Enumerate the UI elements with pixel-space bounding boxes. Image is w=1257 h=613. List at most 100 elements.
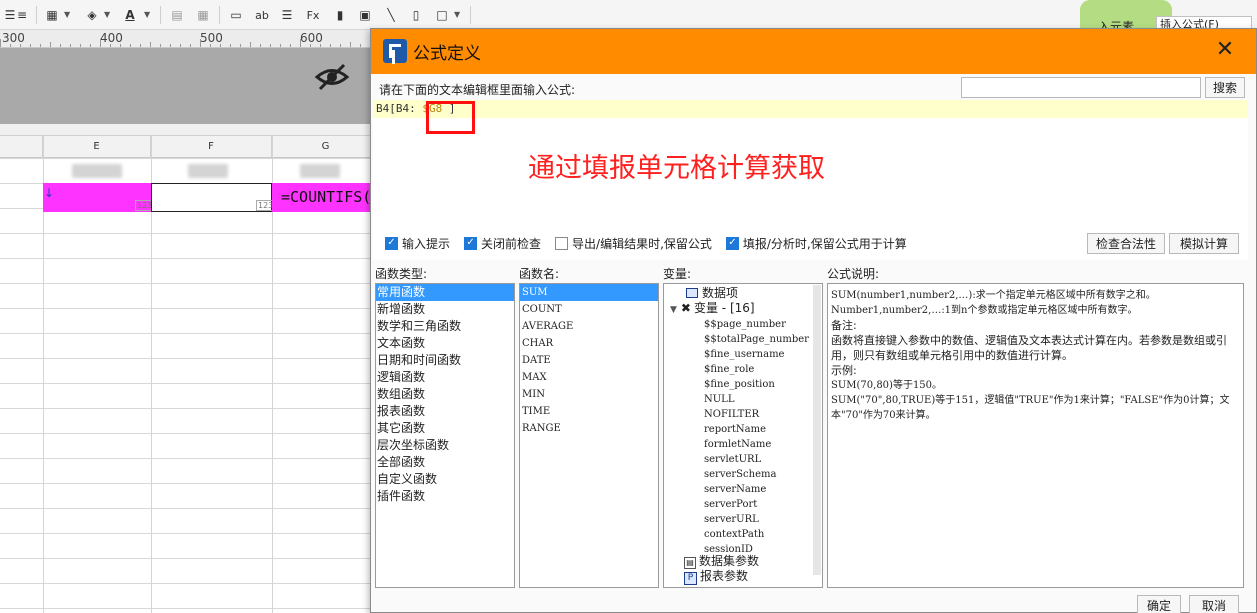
list-item[interactable]: MIN — [520, 386, 658, 403]
list-item[interactable]: 自定义函数 — [376, 471, 514, 488]
validate-button[interactable]: 检查合法性 — [1087, 233, 1165, 254]
ruler-tick — [100, 39, 101, 47]
formula-line[interactable]: B4[B4: $G8 ] — [373, 100, 1248, 118]
search-button[interactable]: 搜索 — [1205, 77, 1245, 98]
cancel-button[interactable]: 取消 — [1189, 595, 1239, 613]
list-item[interactable]: 新增函数 — [376, 301, 514, 318]
tree-variable-item[interactable]: contextPath — [704, 527, 764, 542]
variable-icon: ✖ — [680, 301, 691, 315]
option-keep-formula-fill[interactable]: ✓ 填报/分析时,保留公式用于计算 — [725, 235, 907, 252]
paragraph-icon[interactable]: ☰ — [277, 5, 297, 25]
list-item[interactable]: MAX — [520, 369, 658, 386]
list-item[interactable]: TIME — [520, 403, 658, 420]
slash-icon[interactable]: ╲ — [381, 5, 401, 25]
ruler-tick — [160, 44, 161, 47]
ok-button[interactable]: 确定 — [1137, 595, 1181, 613]
frame-icon[interactable]: □ — [432, 5, 452, 25]
column-header-f[interactable]: F — [151, 136, 272, 158]
list-item[interactable]: 日期和时间函数 — [376, 352, 514, 369]
tree-variable-item[interactable]: NOFILTER — [704, 407, 759, 422]
checkbox-checked[interactable]: ✓ — [725, 236, 739, 250]
close-icon[interactable]: ✕ — [1214, 39, 1236, 62]
fill-color-icon[interactable]: ◈ — [82, 5, 102, 25]
tree-scrollbar[interactable] — [813, 285, 821, 575]
list-item[interactable]: 层次坐标函数 — [376, 437, 514, 454]
list-item[interactable]: CHAR — [520, 335, 658, 352]
split-cells-icon[interactable]: ▦ — [193, 5, 213, 25]
column-header-blank[interactable] — [0, 136, 43, 158]
option-keep-formula-export[interactable]: 导出/编辑结果时,保留公式 — [555, 235, 712, 252]
checkbox-checked[interactable]: ✓ — [385, 236, 398, 250]
formula-dialog: 公式定义 ✕ 请在下面的文本编辑框里面输入公式: 搜索 B4[B4: $G8 ]… — [370, 28, 1257, 613]
sheet-grid[interactable] — [0, 158, 380, 613]
column-header-g[interactable]: G — [272, 136, 380, 158]
image-icon[interactable]: ▣ — [355, 5, 375, 25]
chevron-down-icon[interactable]: ▼ — [104, 10, 110, 19]
text-box-icon[interactable]: ▭ — [226, 5, 246, 25]
list-item[interactable]: AVERAGE — [520, 318, 658, 335]
tree-variable-item[interactable]: serverName — [704, 482, 766, 497]
tree-variable-item[interactable]: formletName — [704, 437, 771, 452]
list-item[interactable]: DATE — [520, 352, 658, 369]
list-item[interactable]: SUM — [520, 284, 658, 301]
tree-variable-item[interactable]: $fine_position — [704, 377, 775, 392]
align-justify-icon[interactable]: ≡ — [12, 5, 32, 25]
option-input-hint[interactable]: ✓ 输入提示 — [385, 235, 450, 252]
tree-variable-item[interactable]: serverURL — [704, 512, 759, 527]
list-item[interactable]: 全部函数 — [376, 454, 514, 471]
blurred-cell — [300, 164, 340, 178]
ruler-tick — [20, 44, 21, 47]
hidden-eye-icon[interactable] — [314, 62, 350, 92]
list-item[interactable]: 数学和三角函数 — [376, 318, 514, 335]
ruler-mark: 300 — [2, 31, 25, 45]
option-check-on-close[interactable]: ✓ 关闭前检查 — [464, 235, 541, 252]
column-header-e[interactable]: E — [43, 136, 151, 158]
ruler-tick — [320, 44, 321, 47]
list-item[interactable]: RANGE — [520, 420, 658, 437]
ruler-tick — [250, 42, 251, 47]
tree-node-dataset-params[interactable]: ▤ 数据集参数 — [684, 554, 759, 569]
tree-variable-item[interactable]: reportName — [704, 422, 766, 437]
ruler-tick — [10, 44, 11, 47]
list-item[interactable]: 插件函数 — [376, 488, 514, 505]
border-icon[interactable]: ▦ — [42, 5, 62, 25]
list-item[interactable]: 常用函数 — [376, 284, 514, 301]
function-name-list[interactable]: SUM COUNT AVERAGE CHAR DATE MAX MIN TIME… — [519, 283, 659, 588]
checkbox-unchecked[interactable] — [555, 236, 569, 250]
chevron-down-icon[interactable]: ▼ — [64, 10, 70, 19]
tree-variable-item[interactable]: serverSchema — [704, 467, 776, 482]
tree-variable-item[interactable]: $fine_username — [704, 347, 784, 362]
function-type-list[interactable]: 常用函数 新增函数 数学和三角函数 文本函数 日期和时间函数 逻辑函数 数组函数… — [375, 283, 515, 588]
variable-tree[interactable]: 数据项 ▼ ✖ 变量 - [16] $$page_number $$totalPage… — [663, 283, 823, 588]
toolbar-divider — [160, 6, 161, 24]
checkbox-checked[interactable]: ✓ — [464, 236, 478, 250]
sub-report-icon[interactable]: ▯ — [406, 5, 426, 25]
tree-variable-item[interactable]: NULL — [704, 392, 734, 407]
simulate-button[interactable]: 模拟计算 — [1169, 233, 1239, 254]
function-search-input[interactable] — [961, 77, 1201, 98]
merge-cells-icon[interactable]: ▤ — [167, 5, 187, 25]
font-color-icon[interactable]: A — [120, 5, 140, 25]
cell-f-selected[interactable] — [151, 183, 272, 212]
tree-variable-item[interactable]: servletURL — [704, 452, 761, 467]
list-item[interactable]: 报表函数 — [376, 403, 514, 420]
tree-node-report-params[interactable]: P 报表参数 — [684, 569, 748, 585]
list-item[interactable]: 逻辑函数 — [376, 369, 514, 386]
formula-icon[interactable]: Fx — [303, 5, 323, 25]
chevron-down-icon[interactable]: ▼ — [144, 10, 150, 19]
list-item[interactable]: 其它函数 — [376, 420, 514, 437]
list-item[interactable]: COUNT — [520, 301, 658, 318]
chart-icon[interactable]: ▮ — [330, 5, 350, 25]
tree-variable-item[interactable]: $$totalPage_number — [704, 332, 809, 347]
list-item[interactable]: 文本函数 — [376, 335, 514, 352]
tree-variable-item[interactable]: $$page_number — [704, 317, 786, 332]
expand-arrow-icon[interactable]: ▼ — [670, 305, 677, 315]
tree-node-variables[interactable]: ▼ ✖ 变量 - [16] — [670, 301, 755, 316]
list-item[interactable]: 数组函数 — [376, 386, 514, 403]
tree-node-data-items[interactable]: 数据项 — [686, 286, 738, 301]
tree-variable-item[interactable]: serverPort — [704, 497, 757, 512]
text-icon[interactable]: ab — [252, 5, 272, 25]
tree-variable-item[interactable]: $fine_role — [704, 362, 754, 377]
chevron-down-icon[interactable]: ▼ — [454, 10, 460, 19]
dialog-title-bar[interactable]: 公式定义 ✕ — [371, 29, 1256, 74]
